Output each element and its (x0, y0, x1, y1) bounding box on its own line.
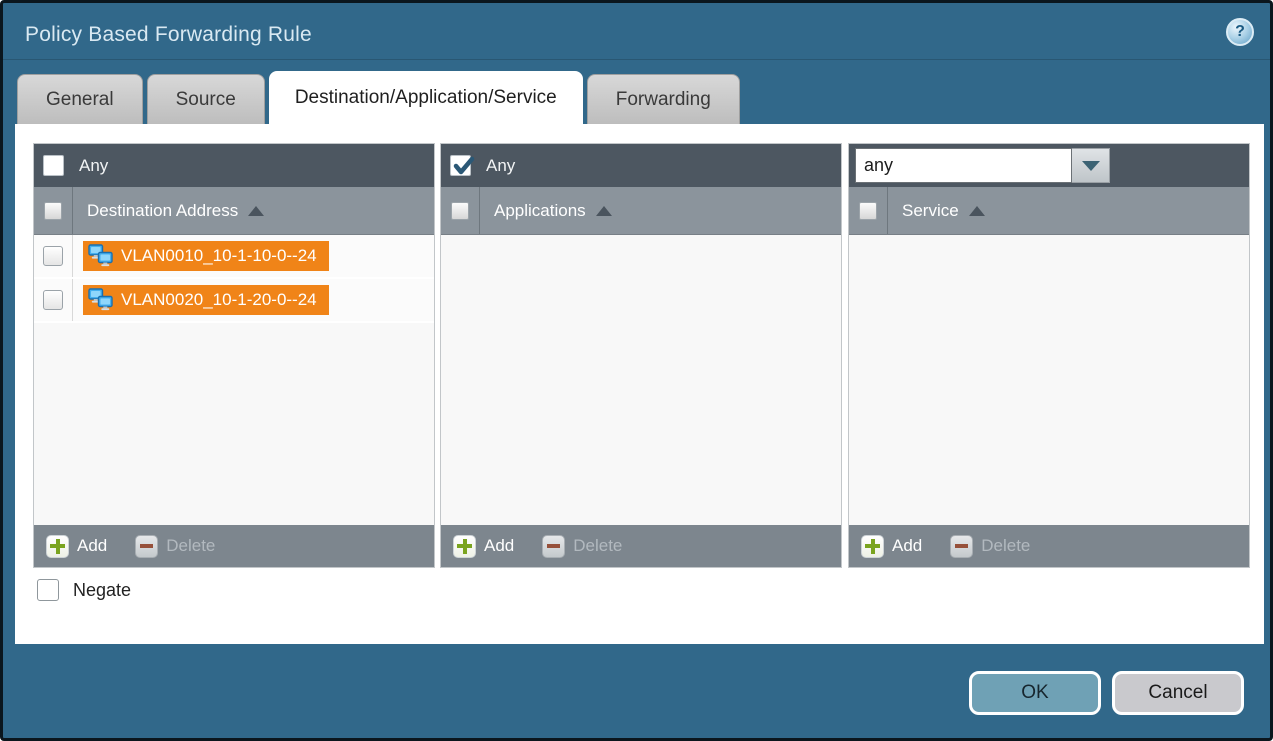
policy-based-forwarding-dialog: Policy Based Forwarding Rule ? General S… (0, 0, 1273, 741)
column-header-label: Destination Address (87, 201, 238, 221)
applications-column-header[interactable]: Applications (441, 187, 841, 235)
add-button[interactable]: Add (861, 535, 922, 558)
row-checkbox[interactable] (43, 246, 63, 266)
service-column-header[interactable]: Service (849, 187, 1249, 235)
checkmark-icon (452, 155, 476, 179)
select-all-checkbox[interactable] (44, 202, 62, 220)
service-list (849, 235, 1249, 525)
header-checkbox-cell (849, 187, 888, 234)
sort-ascending-icon (969, 206, 985, 216)
select-all-checkbox[interactable] (451, 202, 469, 220)
address-object-item[interactable]: VLAN0020_10-1-20-0--24 (83, 285, 329, 315)
plus-icon (861, 535, 884, 558)
network-icon (88, 244, 114, 268)
tab-forwarding[interactable]: Forwarding (587, 74, 740, 124)
destination-any-checkbox[interactable] (43, 155, 64, 176)
header-checkbox-cell (34, 187, 73, 234)
service-any-bar (849, 144, 1249, 187)
service-dropdown (855, 148, 1110, 183)
tab-general[interactable]: General (17, 74, 143, 124)
row-checkbox-cell (34, 279, 73, 321)
dropdown-button[interactable] (1072, 148, 1110, 183)
sort-ascending-icon (248, 206, 264, 216)
applications-panel: Any Applications Add Delete (440, 143, 842, 568)
negate-label: Negate (73, 580, 131, 601)
address-label: VLAN0020_10-1-20-0--24 (121, 290, 317, 310)
delete-button[interactable]: Delete (950, 535, 1030, 558)
destination-address-panel: Any Destination Address (33, 143, 435, 568)
negate-option: Negate (37, 579, 131, 601)
service-footer: Add Delete (849, 525, 1249, 567)
destination-any-label: Any (79, 156, 108, 176)
select-all-checkbox[interactable] (859, 202, 877, 220)
negate-checkbox[interactable] (37, 579, 59, 601)
destination-list: VLAN0010_10-1-10-0--24 VLAN0020_10-1-20-… (34, 235, 434, 525)
ok-button[interactable]: OK (969, 671, 1101, 715)
chevron-down-icon (1082, 161, 1100, 171)
applications-any-label: Any (486, 156, 515, 176)
destination-any-bar: Any (34, 144, 434, 187)
plus-icon (46, 535, 69, 558)
tab-content: Any Destination Address (15, 124, 1264, 644)
minus-icon (542, 535, 565, 558)
plus-icon (453, 535, 476, 558)
minus-icon (135, 535, 158, 558)
applications-any-checkbox[interactable] (450, 155, 471, 176)
service-panel: Service Add Delete (848, 143, 1250, 568)
list-row: VLAN0020_10-1-20-0--24 (34, 279, 434, 323)
service-dropdown-input[interactable] (855, 148, 1072, 183)
applications-footer: Add Delete (441, 525, 841, 567)
column-header-label: Service (902, 201, 959, 221)
network-icon (88, 288, 114, 312)
dialog-title: Policy Based Forwarding Rule (25, 23, 312, 47)
applications-list (441, 235, 841, 525)
add-button[interactable]: Add (46, 535, 107, 558)
header-checkbox-cell (441, 187, 480, 234)
address-object-item[interactable]: VLAN0010_10-1-10-0--24 (83, 241, 329, 271)
destination-column-header[interactable]: Destination Address (34, 187, 434, 235)
tab-destination-application-service[interactable]: Destination/Application/Service (269, 71, 583, 124)
destination-footer: Add Delete (34, 525, 434, 567)
sort-ascending-icon (596, 206, 612, 216)
tab-bar: General Source Destination/Application/S… (17, 71, 1258, 124)
delete-button[interactable]: Delete (135, 535, 215, 558)
tab-source[interactable]: Source (147, 74, 265, 124)
title-bar: Policy Based Forwarding Rule ? (3, 3, 1270, 59)
row-checkbox[interactable] (43, 290, 63, 310)
address-label: VLAN0010_10-1-10-0--24 (121, 246, 317, 266)
applications-any-bar: Any (441, 144, 841, 187)
row-checkbox-cell (34, 235, 73, 277)
titlebar-divider (3, 59, 1270, 60)
column-header-label: Applications (494, 201, 586, 221)
delete-button[interactable]: Delete (542, 535, 622, 558)
cancel-button[interactable]: Cancel (1112, 671, 1244, 715)
add-button[interactable]: Add (453, 535, 514, 558)
list-row: VLAN0010_10-1-10-0--24 (34, 235, 434, 279)
help-icon[interactable]: ? (1226, 18, 1254, 46)
minus-icon (950, 535, 973, 558)
